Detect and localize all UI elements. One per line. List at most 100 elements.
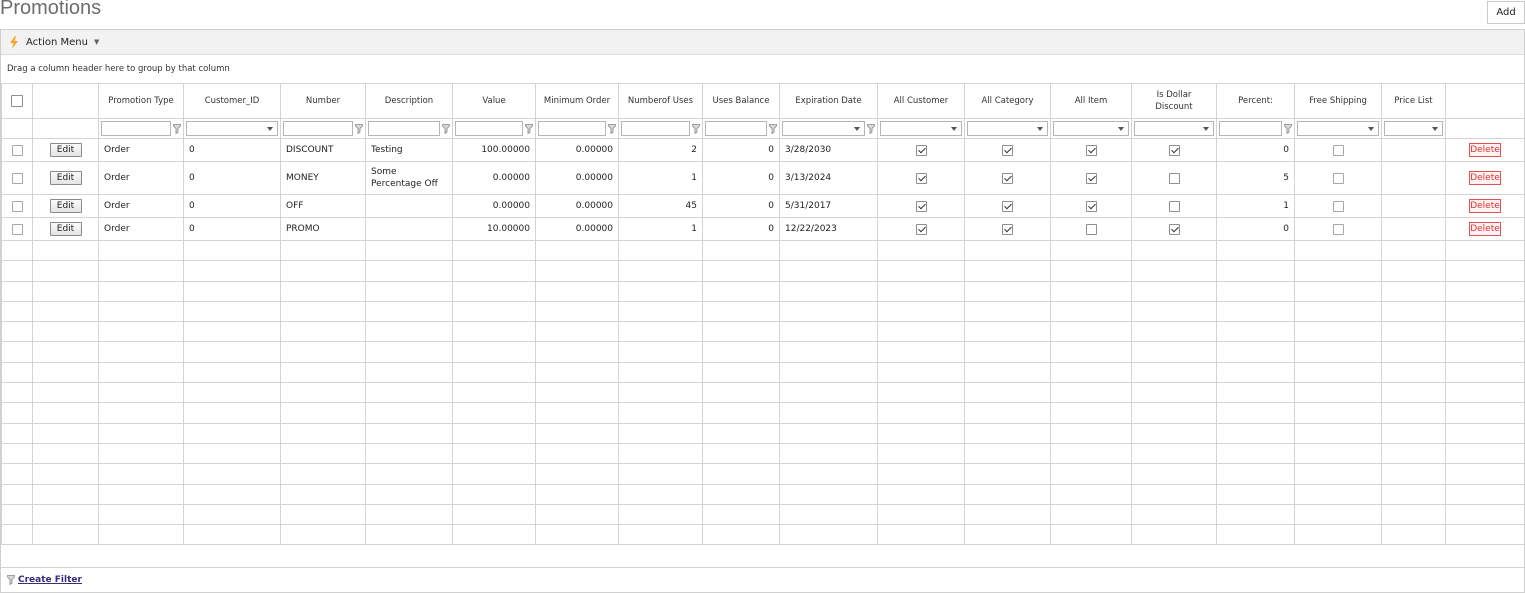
filter-dropdown[interactable] (1297, 121, 1379, 136)
delete-button[interactable]: Delete (1469, 171, 1501, 185)
group-by-panel[interactable]: Drag a column header here to group by th… (1, 55, 1524, 83)
filter-funnel-icon[interactable] (608, 123, 616, 134)
all-customer-checkbox[interactable] (915, 144, 927, 156)
edit-button[interactable]: Edit (49, 222, 82, 236)
delete-button[interactable]: Delete (1469, 199, 1501, 213)
select-all-checkbox[interactable] (11, 94, 23, 107)
all-customer-checkbox[interactable] (915, 223, 927, 235)
cell-promotion-type: Order (98, 161, 184, 195)
col-header-promotion-type[interactable]: Promotion Type (98, 83, 184, 119)
filter-funnel-icon[interactable] (769, 123, 777, 134)
row-select-checkbox[interactable] (11, 144, 23, 156)
edit-button[interactable]: Edit (49, 199, 82, 213)
cell-price-list (1381, 194, 1446, 218)
cell-all-category (964, 194, 1051, 218)
table-row[interactable]: Edit Order 0 DISCOUNT Testing 100.00000 0.0000… (1, 138, 1524, 162)
free-shipping-checkbox[interactable] (1332, 200, 1344, 212)
all-customer-checkbox[interactable] (915, 200, 927, 212)
col-header-customer-id[interactable]: Customer_ID (183, 83, 281, 119)
edit-cell: Edit (32, 161, 99, 195)
col-header-description[interactable]: Description (365, 83, 453, 119)
table-row[interactable]: Edit Order 0 PROMO 10.00000 0.00000 1 0 12/22/20… (1, 217, 1524, 241)
is-dollar-discount-checkbox[interactable] (1168, 223, 1180, 235)
row-select-cell (1, 161, 33, 195)
all-category-checkbox[interactable] (1002, 200, 1013, 212)
all-category-checkbox[interactable] (1002, 144, 1013, 156)
table-row[interactable]: Edit Order 0 OFF 0.00000 0.00000 45 0 5/31/2017 1… (1, 194, 1524, 218)
free-shipping-checkbox[interactable] (1332, 172, 1344, 184)
table-row[interactable]: Edit Order 0 MONEY Some Percentage Off 0.0000… (1, 161, 1524, 195)
filter-funnel-icon[interactable] (525, 123, 533, 134)
is-dollar-discount-checkbox[interactable] (1168, 144, 1180, 156)
all-item-checkbox[interactable] (1085, 172, 1097, 184)
edit-button[interactable]: Edit (49, 143, 82, 157)
all-item-checkbox[interactable] (1085, 144, 1097, 156)
row-select-checkbox[interactable] (11, 223, 23, 235)
filter-date-dropdown[interactable] (782, 121, 865, 136)
filter-dropdown[interactable] (880, 121, 962, 136)
filter-dropdown[interactable] (1384, 121, 1443, 136)
action-menu[interactable]: Action Menu ▼ (1, 30, 1524, 55)
col-header-percent[interactable]: Percent: (1216, 83, 1295, 119)
cell-promotion-type: Order (98, 138, 184, 162)
create-filter-link[interactable]: Create Filter (18, 575, 82, 585)
filter-funnel-icon[interactable] (867, 123, 875, 134)
all-category-checkbox[interactable] (1002, 172, 1013, 184)
col-header-minimum-order[interactable]: Minimum Order (535, 83, 619, 119)
all-item-checkbox[interactable] (1085, 200, 1097, 212)
filter-row (1, 118, 1524, 139)
delete-cell: Delete (1445, 161, 1524, 195)
all-customer-checkbox[interactable] (915, 172, 927, 184)
is-dollar-discount-checkbox[interactable] (1168, 172, 1180, 184)
filter-funnel-icon[interactable] (692, 123, 700, 134)
row-select-checkbox[interactable] (11, 200, 23, 212)
filter-input[interactable] (1219, 121, 1282, 136)
cell-customer-id: 0 (183, 217, 281, 241)
filter-dropdown[interactable] (186, 121, 278, 136)
filter-input[interactable] (368, 121, 440, 136)
col-header-all-item[interactable]: All Item (1050, 83, 1132, 119)
col-header-all-customer[interactable]: All Customer (877, 83, 965, 119)
filter-input[interactable] (621, 121, 690, 136)
filter-input[interactable] (283, 121, 353, 136)
filter-funnel-icon[interactable] (442, 123, 450, 134)
col-header-expiration-date[interactable]: Expiration Date (779, 83, 878, 119)
dropdown-arrow-icon (1203, 127, 1209, 131)
col-header-all-category[interactable]: All Category (964, 83, 1051, 119)
filter-input[interactable] (101, 121, 171, 136)
col-header-number[interactable]: Number (280, 83, 366, 119)
delete-button[interactable]: Delete (1469, 143, 1501, 157)
filter-dropdown[interactable] (967, 121, 1048, 136)
filter-input[interactable] (538, 121, 606, 136)
cell-percent: 1 (1216, 194, 1295, 218)
cell-description (365, 194, 453, 218)
col-header-price-list[interactable]: Price List (1381, 83, 1446, 119)
is-dollar-discount-checkbox[interactable] (1168, 200, 1180, 212)
filter-input[interactable] (455, 121, 523, 136)
action-menu-label: Action Menu (26, 36, 88, 48)
filter-dropdown[interactable] (1053, 121, 1129, 136)
cell-minimum-order: 0.00000 (535, 194, 619, 218)
filter-description (365, 118, 453, 139)
filter-funnel-icon[interactable] (173, 123, 181, 134)
select-all-header (1, 83, 33, 119)
free-shipping-checkbox[interactable] (1332, 144, 1344, 156)
filter-input[interactable] (705, 121, 767, 136)
col-header-uses-balance[interactable]: Uses Balance (702, 83, 780, 119)
col-header-is-dollar-discount[interactable]: Is Dollar Discount (1131, 83, 1217, 119)
col-header-number-of-uses[interactable]: Numberof Uses (618, 83, 703, 119)
free-shipping-checkbox[interactable] (1332, 223, 1344, 235)
all-item-checkbox[interactable] (1085, 223, 1097, 235)
add-button[interactable]: Add (1487, 1, 1525, 24)
filter-dropdown[interactable] (1134, 121, 1214, 136)
col-header-value[interactable]: Value (452, 83, 536, 119)
row-select-checkbox[interactable] (11, 172, 23, 184)
empty-row (1, 260, 1524, 282)
delete-button[interactable]: Delete (1469, 222, 1501, 236)
cell-uses-balance: 0 (702, 161, 780, 195)
all-category-checkbox[interactable] (1002, 223, 1013, 235)
filter-funnel-icon[interactable] (355, 123, 363, 134)
col-header-free-shipping[interactable]: Free Shipping (1294, 83, 1382, 119)
filter-funnel-icon[interactable] (1284, 123, 1292, 134)
edit-button[interactable]: Edit (49, 171, 82, 185)
